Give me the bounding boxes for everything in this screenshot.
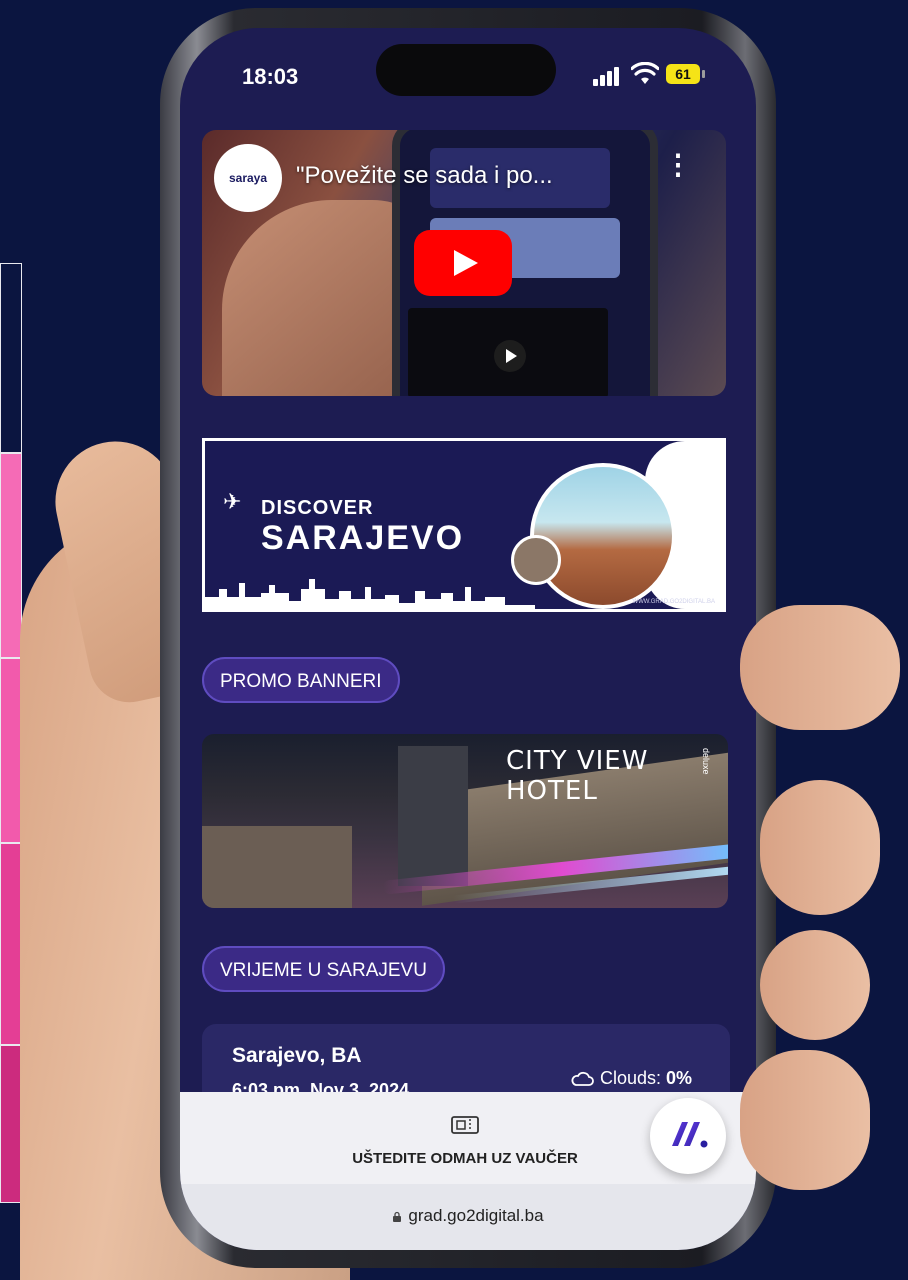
strip-segment (0, 453, 22, 658)
promo-banners-label[interactable]: PROMO BANNERI (202, 657, 400, 703)
strip-segment (0, 263, 22, 453)
hotel-name: CITY VIEW HOTEL (506, 746, 649, 806)
cloud-icon (571, 1072, 594, 1087)
phone-screen: 18:03 61 saraya "Povežite se sada i po..… (180, 28, 756, 1250)
cellular-signal-icon (593, 66, 623, 86)
weather-city: Sarajevo, BA (232, 1044, 362, 1067)
video-embed[interactable]: saraya "Povežite se sada i po... ⋮ (202, 130, 726, 396)
city-view-hotel-banner[interactable]: CITY VIEW HOTEL deluxe (202, 734, 728, 908)
status-time: 18:03 (242, 64, 299, 89)
airplane-icon: ✈ (223, 489, 242, 514)
lock-icon (393, 1211, 402, 1222)
discover-sarajevo-banner[interactable]: ✈ DISCOVER SARAJEVO WWW.GRAD.GO2DIGITAL.… (202, 438, 726, 612)
wifi-icon (631, 62, 659, 84)
browser-address-bar[interactable]: grad.go2digital.ba (180, 1184, 756, 1250)
hotel-photo-tower (398, 746, 468, 886)
weather-section-label[interactable]: VRIJEME U SARAJEVU (202, 946, 445, 992)
hotel-photo-building (202, 826, 352, 908)
address-url[interactable]: grad.go2digital.ba (180, 1206, 756, 1226)
dynamic-island (376, 44, 556, 96)
go2digital-logo-button[interactable] (650, 1098, 726, 1174)
ticket-icon (451, 1116, 479, 1134)
youtube-play-icon[interactable] (414, 230, 512, 296)
strip-segment (0, 843, 22, 1045)
url-text: grad.go2digital.ba (408, 1206, 544, 1225)
banner-line1: DISCOVER (261, 497, 374, 519)
clouds-value: 0% (666, 1068, 693, 1088)
hand-finger (740, 1050, 870, 1190)
hotel-tag: deluxe (701, 748, 711, 775)
voucher-bar[interactable]: UŠTEDITE ODMAH UZ VAUČER (180, 1092, 756, 1184)
hand-finger (760, 780, 880, 915)
strip-segment (0, 1045, 22, 1203)
banner-line2: SARAJEVO (261, 519, 465, 557)
video-title[interactable]: "Povežite se sada i po... (296, 162, 553, 190)
battery-indicator: 61 (666, 64, 705, 84)
play-icon (494, 340, 526, 372)
channel-avatar[interactable]: saraya (214, 144, 282, 212)
go2digital-logo-icon (672, 1122, 708, 1148)
banner-url: WWW.GRAD.GO2DIGITAL.BA (632, 599, 715, 605)
hand-finger (740, 605, 900, 730)
more-vertical-icon[interactable]: ⋮ (664, 151, 692, 190)
weather-clouds: Clouds: 0% (570, 1068, 692, 1089)
clouds-label: Clouds: (600, 1068, 662, 1088)
status-bar: 18:03 61 (180, 28, 756, 118)
strip-segment (0, 658, 22, 843)
hand-finger (760, 930, 870, 1040)
